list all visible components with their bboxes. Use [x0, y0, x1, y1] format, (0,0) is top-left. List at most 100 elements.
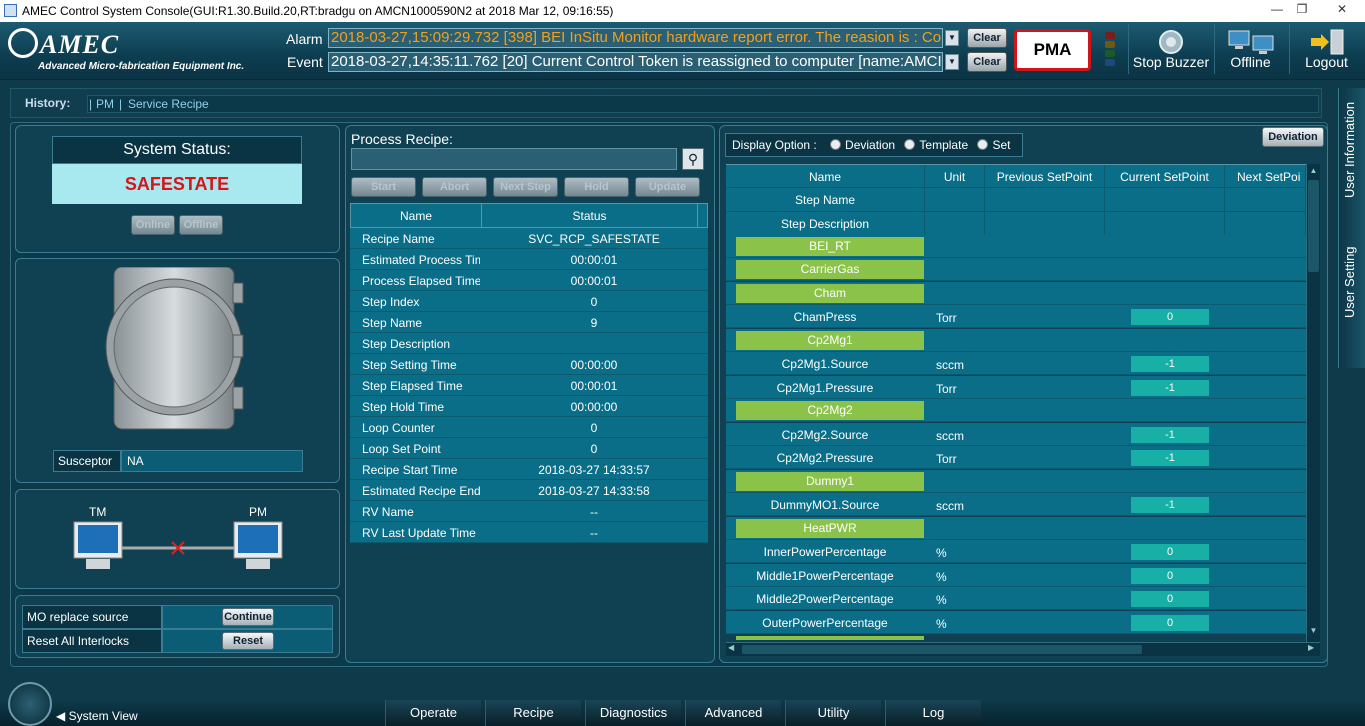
- row-value: 2018-03-27 14:33:58: [538, 484, 650, 498]
- grid-header: Name Unit Previous SetPoint Current SetP…: [726, 164, 1306, 188]
- search-icon[interactable]: ⚲: [682, 148, 704, 170]
- template-radio[interactable]: [904, 139, 916, 150]
- table-row: Estimated Recipe End 1 2018-03-27 14:33:5…: [350, 480, 708, 501]
- recipe-input[interactable]: [351, 148, 677, 170]
- system-view-button[interactable]: ◀ System View: [56, 709, 138, 723]
- app-icon: [4, 4, 17, 17]
- table-row: RV Name --: [350, 501, 708, 522]
- update-button[interactable]: Update: [635, 177, 700, 197]
- alarm-dropdown-icon[interactable]: ▼: [945, 30, 959, 46]
- vertical-scrollbar[interactable]: ▲ ▼: [1306, 164, 1320, 642]
- param-name: Cp2Mg1.Source: [781, 357, 869, 371]
- h-scroll-thumb[interactable]: [742, 645, 1142, 654]
- param-unit: %: [936, 593, 947, 607]
- online-button[interactable]: Online: [131, 215, 175, 235]
- offline-button[interactable]: Offline: [1214, 24, 1286, 74]
- table-row: Loop Set Point 0: [350, 438, 708, 459]
- start-button[interactable]: Start: [351, 177, 416, 197]
- history-label: History:: [25, 96, 71, 110]
- tab-user-information[interactable]: User Information: [1342, 100, 1364, 200]
- table-row: Process Elapsed Time 00:00:01: [350, 270, 708, 291]
- horizontal-scrollbar[interactable]: ◀ ▶: [726, 642, 1320, 656]
- continue-button[interactable]: Continue: [222, 608, 274, 626]
- event-dropdown-icon[interactable]: ▼: [945, 54, 959, 70]
- table-row: Cp2Mg2: [726, 399, 1306, 422]
- system-status-panel: System Status: SAFESTATE Online Offline: [15, 125, 340, 253]
- pm-label: PM: [249, 505, 267, 519]
- row-name: Loop Counter: [362, 421, 435, 435]
- event-message[interactable]: 2018-03-27,14:35:11.762 [20] Current Con…: [328, 52, 943, 72]
- col-current-setpoint: Current SetPoint: [1120, 170, 1209, 184]
- stop-buzzer-button[interactable]: Stop Buzzer: [1128, 24, 1213, 74]
- nav-log[interactable]: Log: [885, 700, 981, 726]
- table-row: Step Description: [350, 333, 708, 354]
- close-icon[interactable]: ✕: [1327, 0, 1357, 20]
- logout-button[interactable]: Logout: [1289, 24, 1363, 74]
- set-radio[interactable]: [977, 139, 989, 150]
- row-value: 00:00:01: [570, 379, 618, 393]
- row-name: Step Elapsed Time: [362, 379, 463, 393]
- param-unit: sccm: [936, 358, 964, 372]
- susceptor-label: Susceptor: [53, 450, 121, 472]
- row-value: 0: [590, 295, 598, 309]
- table-row: Middle2PowerPercentage% 0: [726, 587, 1306, 610]
- param-name: DummyMO1.Source: [770, 498, 880, 512]
- table-row: HeatPWR: [726, 517, 1306, 540]
- group-label: CarrierGas: [736, 260, 924, 279]
- system-state-value: SAFESTATE: [52, 164, 302, 204]
- param-current-value: -1: [1131, 497, 1209, 513]
- nav-utility[interactable]: Utility: [785, 700, 881, 726]
- history-item-service-recipe[interactable]: Service Recipe: [128, 97, 209, 111]
- chamber-icon: [105, 267, 244, 430]
- pma-indicator[interactable]: PMA: [1014, 29, 1091, 71]
- alarm-message[interactable]: 2018-03-27,15:09:29.732 [398] BEI InSitu…: [328, 28, 943, 48]
- nav-operate[interactable]: Operate: [385, 700, 481, 726]
- row-value: 0: [590, 421, 598, 435]
- param-current-value: 0: [1131, 544, 1209, 560]
- alarm-clear-button[interactable]: Clear: [967, 28, 1007, 48]
- offline-status-button[interactable]: Offline: [179, 215, 223, 235]
- set-option-label: Set: [992, 138, 1011, 152]
- nav-recipe[interactable]: Recipe: [485, 700, 581, 726]
- table-row: CarrierGas: [726, 258, 1306, 281]
- process-recipe-title: Process Recipe:: [351, 131, 453, 147]
- param-current-value: -1: [1131, 380, 1209, 396]
- param-current-value: -1: [1131, 427, 1209, 443]
- table-row: DummyMO1.Source sccm -1: [726, 493, 1306, 516]
- row-value: 00:00:00: [570, 400, 618, 414]
- reset-button[interactable]: Reset: [222, 632, 274, 650]
- param-unit: Torr: [936, 382, 957, 396]
- param-unit: Torr: [936, 311, 957, 325]
- table-row: Recipe Name SVC_RCP_SAFESTATE: [350, 228, 708, 249]
- scroll-down-icon[interactable]: ▼: [1308, 626, 1319, 636]
- nav-advanced[interactable]: Advanced: [685, 700, 781, 726]
- row-name: RV Last Update Time: [362, 526, 476, 540]
- row-name: Step Name: [362, 316, 423, 330]
- row-name: Recipe Start Time: [362, 463, 458, 477]
- row-name: Process Elapsed Time: [362, 274, 480, 288]
- scroll-thumb[interactable]: [1308, 180, 1319, 272]
- alarm-label: Alarm: [286, 31, 323, 47]
- scroll-up-icon[interactable]: ▲: [1308, 166, 1319, 176]
- scroll-right-icon[interactable]: ▶: [1308, 643, 1314, 652]
- abort-button[interactable]: Abort: [422, 177, 487, 197]
- system-view-orb-icon[interactable]: [8, 682, 52, 726]
- group-label: Cp2Mg1: [736, 331, 924, 350]
- restore-icon[interactable]: ❐: [1287, 0, 1317, 20]
- deviation-button[interactable]: Deviation: [1262, 127, 1324, 147]
- param-unit: sccm: [936, 499, 964, 513]
- logo-name: AMEC: [40, 30, 120, 59]
- tab-user-setting[interactable]: User Setting: [1342, 240, 1364, 325]
- col-grid-name: Name: [808, 170, 841, 184]
- event-clear-button[interactable]: Clear: [967, 52, 1007, 72]
- deviation-radio[interactable]: [830, 139, 842, 150]
- history-item-pm[interactable]: PM: [96, 97, 114, 111]
- scroll-left-icon[interactable]: ◀: [728, 643, 734, 652]
- row-value: 00:00:01: [570, 274, 618, 288]
- param-name: Middle1PowerPercentage: [756, 569, 894, 583]
- table-row: Estimated Process Tim 00:00:01: [350, 249, 708, 270]
- next-step-button[interactable]: Next Step: [493, 177, 558, 197]
- table-row: Cham: [726, 282, 1306, 305]
- nav-diagnostics[interactable]: Diagnostics: [585, 700, 681, 726]
- hold-button[interactable]: Hold: [564, 177, 629, 197]
